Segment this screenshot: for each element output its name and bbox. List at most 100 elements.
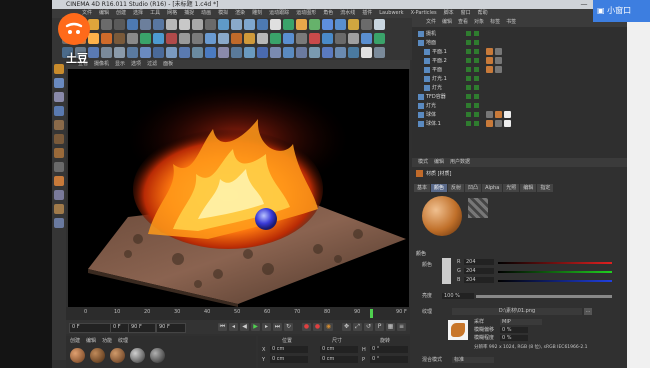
object-tag-icon[interactable] [495,66,502,73]
object-menu-item[interactable]: 对象 [474,19,484,25]
toolbar-tool-icon[interactable] [127,33,138,44]
object-menu-item[interactable]: 标签 [490,19,500,25]
object-tag-icon[interactable] [504,111,511,118]
make-editable-icon[interactable] [54,64,64,74]
preview-end-field[interactable]: 90 F [156,323,186,333]
menu-item[interactable]: 模拟 [218,10,228,16]
toolbar-tool-icon[interactable] [257,47,268,58]
key-selection-button[interactable]: ◉ [324,323,333,331]
menu-item[interactable]: 工具 [150,10,160,16]
edges-mode-icon[interactable] [54,134,64,144]
toolbar-tool-icon[interactable] [231,19,242,30]
material-menu-item[interactable]: 编辑 [86,338,96,344]
toolbar-tool-icon[interactable] [335,19,346,30]
toolbar-tool-icon[interactable] [218,19,229,30]
menu-item[interactable]: 脚本 [444,10,454,16]
toolbar-tool-icon[interactable] [361,33,372,44]
toolbar-tool-icon[interactable] [114,19,125,30]
attribute-tab[interactable]: 光照 [503,184,520,192]
render-check-icon[interactable] [474,94,479,99]
toolbar-tool-icon[interactable] [127,19,138,30]
object-menu-item[interactable]: 编辑 [442,19,452,25]
material-swatch-3[interactable] [110,348,125,363]
r-value[interactable]: 204 [464,259,494,265]
object-tag-icon[interactable] [495,48,502,55]
viewport-menu-item[interactable]: 显示 [115,61,125,67]
attribute-tab[interactable]: 反射 [448,184,465,192]
brightness-slider[interactable] [476,295,612,298]
toolbar-tool-icon[interactable] [283,47,294,58]
menu-item[interactable]: 流水线 [340,10,355,16]
end-frame-field[interactable]: 90 F [128,323,156,333]
object-row[interactable]: 灯光.1 [414,75,617,83]
toolbar-tool-icon[interactable] [192,33,203,44]
toolbar-tool-icon[interactable] [257,33,268,44]
tweak-mode-icon[interactable] [54,176,64,186]
loop-button[interactable]: ↻ [284,323,293,331]
toolbar-tool-icon[interactable] [257,19,268,30]
render-check-icon[interactable] [474,58,479,63]
object-tag-icon[interactable] [495,111,502,118]
r-slider[interactable] [498,262,612,264]
blur-scale-value[interactable]: 0 % [500,335,528,341]
current-frame-field[interactable]: 0 F [110,323,130,333]
toolbar-tool-icon[interactable] [348,19,359,30]
go-to-start-button[interactable]: ⏮ [218,323,227,331]
toolbar-tool-icon[interactable] [166,33,177,44]
render-check-icon[interactable] [474,103,479,108]
model-mode-icon[interactable] [54,78,64,88]
toolbar-tool-icon[interactable] [309,47,320,58]
toolbar-tool-icon[interactable] [322,19,333,30]
object-row[interactable]: 灯光 [414,102,617,110]
toolbar-tool-icon[interactable] [140,19,151,30]
toolbar-tool-icon[interactable] [348,47,359,58]
visibility-check-icon[interactable] [466,121,471,126]
b-slider[interactable] [498,280,612,282]
viewport[interactable] [68,69,409,307]
toolbar-tool-icon[interactable] [127,47,138,58]
param-key-icon[interactable]: P [375,323,384,331]
menu-item[interactable]: 动画 [201,10,211,16]
mix-mode-select[interactable]: 标准 [452,357,494,363]
sampling-select[interactable]: MIP [500,319,542,325]
attribute-tab[interactable]: Alpha [482,184,503,192]
minimize-button[interactable]: — [578,0,590,9]
menu-item[interactable]: 运动图形 [296,10,316,16]
start-frame-field[interactable]: 0 F [69,323,111,333]
toolbar-tool-icon[interactable] [231,47,242,58]
play-button[interactable]: ▶ [251,323,260,331]
object-row[interactable]: 摄机 [414,30,617,38]
toolbar-tool-icon[interactable] [179,33,190,44]
toolbar-tool-icon[interactable] [205,33,216,44]
toolbar-tool-icon[interactable] [244,47,255,58]
visibility-check-icon[interactable] [466,94,471,99]
viewport-menu-item[interactable]: 摄像机 [94,61,109,67]
material-menu-item[interactable]: 纹理 [118,338,128,344]
go-to-end-button[interactable]: ⏭ [273,323,282,331]
viewport-menu-item[interactable]: 选项 [131,61,141,67]
object-tag-icon[interactable] [486,111,493,118]
attribute-menu-item[interactable]: 编辑 [434,159,444,165]
attribute-tab[interactable]: 凹凸 [465,184,482,192]
toolbar-tool-icon[interactable] [296,33,307,44]
visibility-check-icon[interactable] [466,112,471,117]
object-row[interactable]: 球体 [414,111,617,119]
points-mode-icon[interactable] [54,120,64,130]
toolbar-tool-icon[interactable] [283,33,294,44]
toolbar-tool-icon[interactable] [348,33,359,44]
blur-offset-value[interactable]: 0 % [500,327,528,333]
material-menu-item[interactable]: 功能 [102,338,112,344]
object-row[interactable]: 平面 [414,66,617,74]
toolbar-tool-icon[interactable] [374,33,385,44]
toolbar-tool-icon[interactable] [166,47,177,58]
timeline-menu-icon[interactable]: ≡ [397,323,406,331]
visibility-check-icon[interactable] [466,31,471,36]
object-row[interactable]: 平面.1 [414,48,617,56]
timeline-ruler[interactable]: 90 F 0 10 20 30 40 50 60 70 80 90 [66,307,410,320]
menu-item[interactable]: 编辑 [99,10,109,16]
material-swatch-1[interactable] [70,348,85,363]
toolbar-tool-icon[interactable] [283,19,294,30]
workplane-icon[interactable] [54,106,64,116]
object-tag-icon[interactable] [486,57,493,64]
menu-item[interactable]: 运动跟踪 [269,10,289,16]
